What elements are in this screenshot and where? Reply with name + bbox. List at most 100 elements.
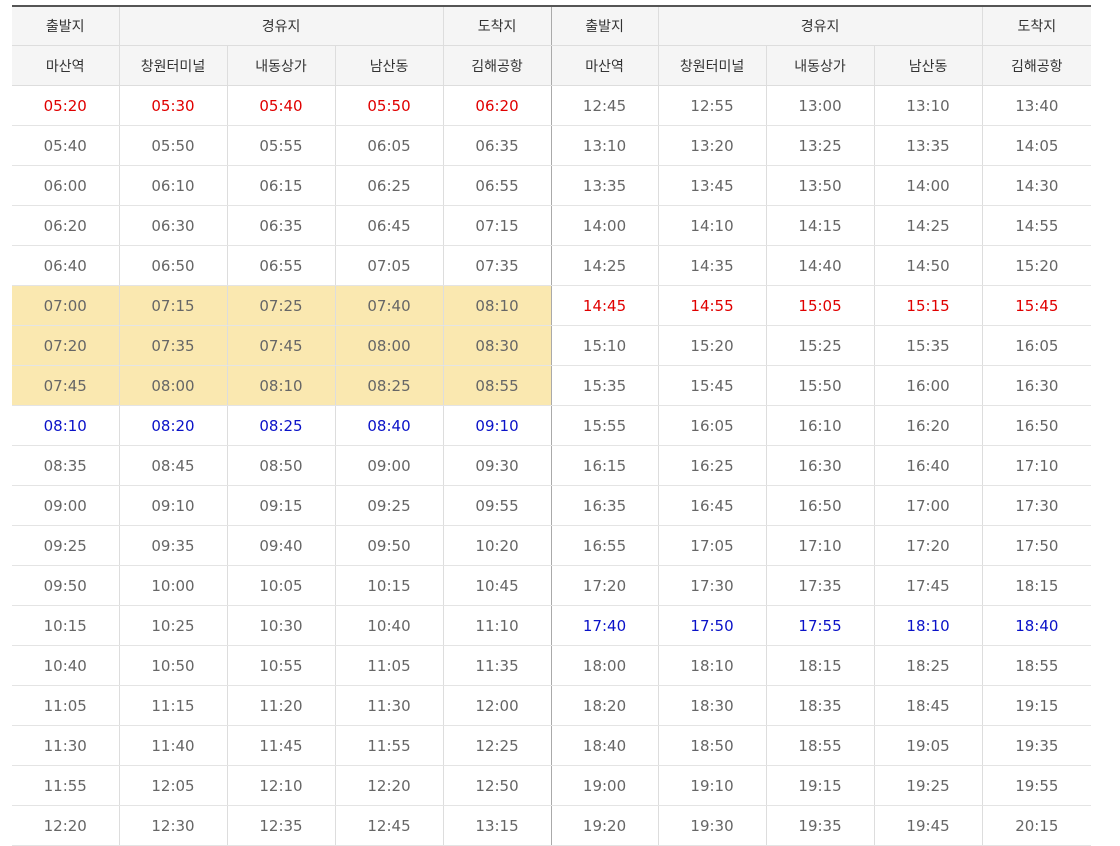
time-cell: 17:05 [657,525,767,566]
time-cell: 16:45 [657,485,767,526]
time-cell: 19:45 [873,805,983,846]
time-cell: 12:55 [657,85,767,126]
time-cell: 12:30 [118,805,227,846]
table-row: 11:55 12:05 12:10 12:20 12:50 19:00 19:10 19:15… [12,765,1092,806]
time-cell: 08:35 [12,445,119,486]
timetable-header: 출발지 경유지 도착지 출발지 경유지 도착지 마산역 창원터미널 내동상가 남… [12,5,1092,86]
time-cell: 08:30 [442,325,552,366]
time-cell: 11:55 [334,725,444,766]
time-cell: 09:00 [334,445,444,486]
time-cell: 18:15 [765,645,875,686]
time-cell: 19:15 [981,685,1092,726]
time-cell: 08:10 [442,285,552,326]
time-cell: 14:25 [550,245,659,286]
time-cell: 16:00 [873,365,983,406]
time-cell: 08:25 [334,365,444,406]
time-cell: 14:00 [873,165,983,206]
time-cell: 09:35 [118,525,227,566]
time-cell: 11:15 [118,685,227,726]
time-cell: 15:45 [981,285,1092,326]
table-row: 08:10 08:20 08:25 08:40 09:10 15:55 16:05 16:10… [12,405,1092,446]
time-cell: 12:20 [334,765,444,806]
time-cell: 14:10 [657,205,767,246]
time-cell: 13:00 [765,85,875,126]
header-arrival-right: 도착지 [981,5,1092,46]
time-cell: 18:55 [981,645,1092,686]
timetable-container: 출발지 경유지 도착지 출발지 경유지 도착지 마산역 창원터미널 내동상가 남… [12,5,1092,846]
time-cell: 16:30 [765,445,875,486]
time-cell: 16:20 [873,405,983,446]
time-cell: 17:20 [550,565,659,606]
table-row: 06:00 06:10 06:15 06:25 06:55 13:35 13:45 13:50… [12,165,1092,206]
time-cell: 19:35 [765,805,875,846]
time-cell: 19:55 [981,765,1092,806]
time-cell: 14:15 [765,205,875,246]
time-cell: 15:20 [657,325,767,366]
time-cell: 11:55 [12,765,119,806]
time-cell: 09:50 [334,525,444,566]
time-cell: 19:30 [657,805,767,846]
timetable-body: 05:20 05:30 05:40 05:50 06:20 12:45 12:55 13:00… [12,85,1092,846]
time-cell: 12:50 [442,765,552,806]
time-cell: 17:55 [765,605,875,646]
time-cell: 19:05 [873,725,983,766]
header-via-left: 경유지 [118,5,444,46]
time-cell: 08:40 [334,405,444,446]
table-row: 07:00 07:15 07:25 07:40 08:10 14:45 14:55 15:05… [12,285,1092,326]
table-row: 11:30 11:40 11:45 11:55 12:25 18:40 18:50 18:55… [12,725,1092,766]
time-cell: 11:45 [226,725,335,766]
time-cell: 07:00 [12,285,119,326]
time-cell: 15:35 [550,365,659,406]
time-cell: 16:10 [765,405,875,446]
time-cell: 05:20 [12,85,119,126]
time-cell: 14:35 [657,245,767,286]
time-cell: 08:00 [118,365,227,406]
time-cell: 17:45 [873,565,983,606]
time-cell: 05:50 [118,125,227,166]
time-cell: 07:40 [334,285,444,326]
time-cell: 10:00 [118,565,227,606]
time-cell: 17:10 [765,525,875,566]
stop-changwon-terminal: 창원터미널 [657,45,767,86]
time-cell: 06:15 [226,165,335,206]
time-cell: 07:15 [442,205,552,246]
time-cell: 12:45 [550,85,659,126]
time-cell: 18:50 [657,725,767,766]
time-cell: 11:10 [442,605,552,646]
time-cell: 12:05 [118,765,227,806]
time-cell: 13:25 [765,125,875,166]
time-cell: 19:15 [765,765,875,806]
time-cell: 07:25 [226,285,335,326]
header-departure-left: 출발지 [12,5,119,46]
time-cell: 07:45 [226,325,335,366]
time-cell: 18:40 [550,725,659,766]
header-via-right: 경유지 [657,5,983,46]
table-row: 10:15 10:25 10:30 10:40 11:10 17:40 17:50 17:55… [12,605,1092,646]
time-cell: 16:50 [981,405,1092,446]
time-cell: 15:20 [981,245,1092,286]
time-cell: 10:15 [12,605,119,646]
time-cell: 13:20 [657,125,767,166]
time-cell: 15:15 [873,285,983,326]
time-cell: 15:50 [765,365,875,406]
stop-gimhae-airport: 김해공항 [442,45,552,86]
time-cell: 08:10 [226,365,335,406]
time-cell: 06:25 [334,165,444,206]
time-cell: 06:50 [118,245,227,286]
table-row: 05:40 05:50 05:55 06:05 06:35 13:10 13:20 13:25… [12,125,1092,166]
time-cell: 17:35 [765,565,875,606]
table-row: 09:25 09:35 09:40 09:50 10:20 16:55 17:05 17:10… [12,525,1092,566]
time-cell: 14:05 [981,125,1092,166]
time-cell: 11:05 [334,645,444,686]
time-cell: 14:50 [873,245,983,286]
table-row: 11:05 11:15 11:20 11:30 12:00 18:20 18:30 18:35… [12,685,1092,726]
stop-naedong-sangga: 내동상가 [226,45,335,86]
time-cell: 11:30 [334,685,444,726]
time-cell: 18:15 [981,565,1092,606]
time-cell: 09:25 [12,525,119,566]
time-cell: 11:30 [12,725,119,766]
time-cell: 06:40 [12,245,119,286]
time-cell: 09:50 [12,565,119,606]
time-cell: 09:10 [442,405,552,446]
time-cell: 19:35 [981,725,1092,766]
